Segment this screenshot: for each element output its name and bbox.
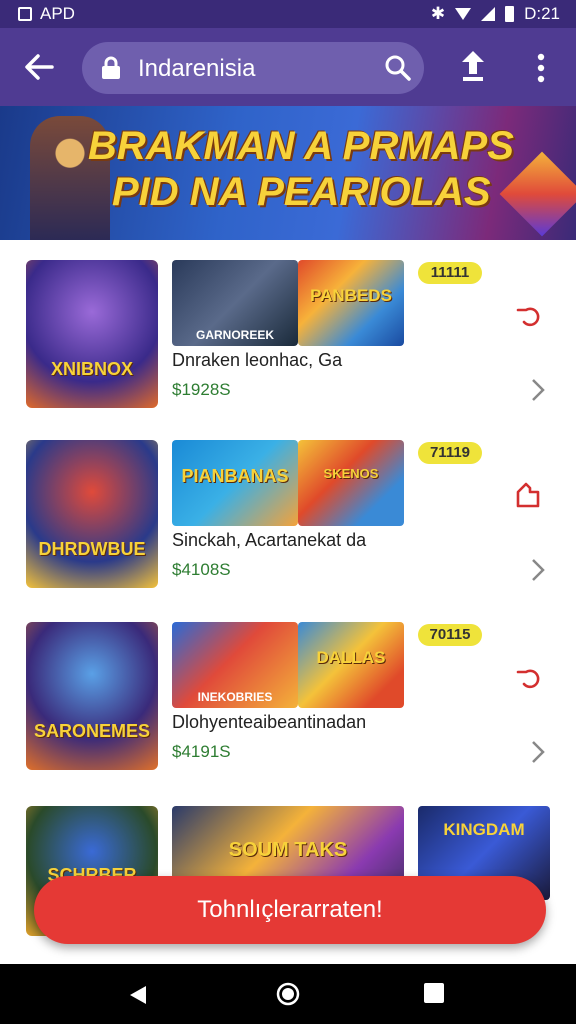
url-bar[interactable]: Indarenisia <box>82 42 424 94</box>
screenshot-1-caption: INEKOBRIES <box>197 690 273 704</box>
rating-badge: 11111 <box>418 262 482 284</box>
list-item[interactable]: SARONEMES INEKOBRIES DALLAS 70115 Dlohye… <box>0 602 576 770</box>
game-thumbnail[interactable]: XNIBNOX <box>26 260 158 408</box>
list-item[interactable]: DHRDWBUE PIANBANAS SKENOS 71119 Sinckah,… <box>0 420 576 588</box>
nav-recents-icon[interactable] <box>424 983 444 1003</box>
banner-title-line1: BRAKMAN A PRMAPS <box>88 124 514 168</box>
screenshot-3-caption: KINGDAM <box>443 820 525 839</box>
wishlist-icon[interactable] <box>512 478 544 510</box>
rating-badge: 70115 <box>418 624 482 646</box>
banner-title-line2: PID NA PEARIOLAS <box>112 170 491 214</box>
app-notification-icon <box>18 7 32 21</box>
share-icon[interactable] <box>458 48 488 84</box>
thumbnail-caption: DHRDWBUE <box>38 539 146 559</box>
promo-banner[interactable]: BRAKMAN A PRMAPS PID NA PEARIOLAS <box>0 106 576 240</box>
game-title: Sinckah, Acartanekat da <box>172 530 367 550</box>
lock-icon <box>102 56 120 79</box>
url-text: Indarenisia <box>138 55 256 82</box>
screenshot-1[interactable]: GARNOREEK <box>172 260 298 346</box>
signal-icon <box>481 7 496 21</box>
thumbnail-caption: XNIBNOX <box>50 359 133 379</box>
nav-home-icon[interactable] <box>276 982 300 1006</box>
nav-back-icon[interactable] <box>128 984 148 1006</box>
screenshot-1[interactable]: PIANBANAS <box>172 440 298 526</box>
more-options-icon[interactable] <box>531 52 551 84</box>
battery-icon <box>505 6 515 22</box>
game-title: Dnraken leonhac, Ga <box>172 350 343 370</box>
status-bar: APD ✱ D:21 <box>0 0 576 28</box>
chevron-right-icon[interactable] <box>528 556 548 584</box>
screenshot-2[interactable]: DALLAS <box>298 622 404 708</box>
chevron-right-icon[interactable] <box>528 376 548 404</box>
game-price: $1928S <box>172 380 231 399</box>
wifi-icon <box>455 8 472 20</box>
screenshot-1-caption: GARNOREEK <box>195 328 274 342</box>
screenshot-2[interactable]: SKENOS <box>298 440 404 526</box>
rating-badge: 71119 <box>418 442 482 464</box>
game-thumbnail[interactable]: SARONEMES <box>26 622 158 770</box>
list-item[interactable]: XNIBNOX GARNOREEK PANBEDS 11111 Dnraken … <box>0 240 576 408</box>
screenshot-1-caption: PIANBANAS <box>181 466 289 486</box>
screenshot-1[interactable]: INEKOBRIES <box>172 622 298 708</box>
game-title: Dlohyenteaibeantinadan <box>172 712 367 732</box>
screenshot-1-caption: SOUM TAKS <box>228 839 348 861</box>
system-navigation-bar <box>0 964 576 1024</box>
bluetooth-icon: ✱ <box>430 4 446 23</box>
game-price: $4108S <box>172 560 231 579</box>
back-arrow-icon[interactable] <box>22 50 56 84</box>
screenshot-2[interactable]: PANBEDS <box>298 260 404 346</box>
screenshot-2-caption: DALLAS <box>316 648 386 667</box>
install-icon[interactable] <box>512 660 544 692</box>
screenshot-2-caption: SKENOS <box>323 466 379 481</box>
thumbnail-caption: SARONEMES <box>33 721 150 741</box>
game-price: $4191S <box>172 742 231 761</box>
search-icon[interactable] <box>384 54 412 82</box>
status-time: D:21 <box>524 4 560 23</box>
screenshot-2-caption: PANBEDS <box>310 286 392 305</box>
chevron-right-icon[interactable] <box>528 738 548 766</box>
install-icon[interactable] <box>512 298 544 330</box>
status-label: APD <box>40 4 75 23</box>
primary-cta-button[interactable]: Tohnlıçlerarraten! <box>34 876 546 944</box>
game-thumbnail[interactable]: DHRDWBUE <box>26 440 158 588</box>
browser-toolbar: Indarenisia <box>0 28 576 106</box>
